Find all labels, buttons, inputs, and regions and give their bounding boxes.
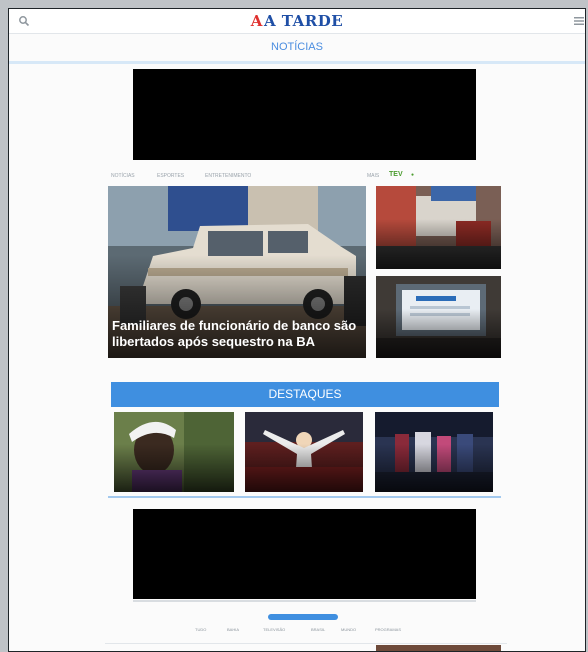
subnav-more[interactable]: MAIS [367, 173, 379, 179]
hero-news-card[interactable]: Familiares de funcionário de banco são l… [108, 186, 366, 358]
hero-headline[interactable]: Familiares de funcionário de banco são l… [112, 318, 362, 350]
logo-text: A TARDE [263, 12, 344, 30]
section-title: NOTÍCIAS [9, 34, 585, 64]
subnav-item-noticias[interactable]: NOTÍCIAS [111, 173, 135, 179]
side-news-card-bottom[interactable] [376, 276, 501, 358]
live-dot-icon: ● [411, 172, 415, 178]
side-bottom-overlay [376, 308, 501, 358]
tabs-pill-label[interactable] [268, 614, 338, 620]
destaques-divider [108, 496, 501, 498]
side-top-overlay [376, 219, 501, 269]
category-tabs: TUDO BAHIA TELEVISÃO BRASIL MUNDO PROGRA… [105, 611, 505, 641]
tab-brasil[interactable]: BRASIL [311, 627, 325, 632]
menu-icon[interactable] [574, 16, 584, 26]
site-logo[interactable]: AA TARDE [9, 12, 585, 30]
browser-frame: AA TARDE NOTÍCIAS NOTÍCIAS ESPORTES ENTR… [8, 8, 586, 652]
side-news-card-top[interactable] [376, 186, 501, 269]
ad-banner-top[interactable] [133, 69, 476, 160]
tv-badge[interactable]: TEV [389, 171, 403, 178]
subnav-item-esportes[interactable]: ESPORTES [157, 173, 184, 179]
bottom-thumb[interactable] [376, 645, 501, 651]
destaque-overlay-3 [375, 444, 493, 492]
tab-bahia[interactable]: BAHIA [227, 627, 239, 632]
destaque-overlay-1 [114, 444, 234, 492]
ad-divider [133, 600, 476, 602]
tab-programas[interactable]: PROGRAMAS [375, 627, 401, 632]
logo-mark: A [250, 12, 263, 30]
destaque-card-1[interactable] [114, 412, 234, 492]
tab-televisao[interactable]: TELEVISÃO [263, 627, 285, 632]
tab-tudo[interactable]: TUDO [195, 627, 206, 632]
tabs-bottom-line [105, 643, 507, 644]
top-bar: AA TARDE [9, 9, 585, 34]
destaque-card-2[interactable] [245, 412, 363, 492]
destaque-overlay-2 [245, 444, 363, 492]
sub-navigation: NOTÍCIAS ESPORTES ENTRETENIMENTO MAIS TE… [109, 169, 502, 183]
tab-mundo[interactable]: MUNDO [341, 627, 356, 632]
destaque-card-3[interactable] [375, 412, 493, 492]
subnav-item-entretenimento[interactable]: ENTRETENIMENTO [205, 173, 251, 179]
destaques-title: DESTAQUES [111, 382, 499, 407]
ad-banner-middle[interactable] [133, 509, 476, 599]
